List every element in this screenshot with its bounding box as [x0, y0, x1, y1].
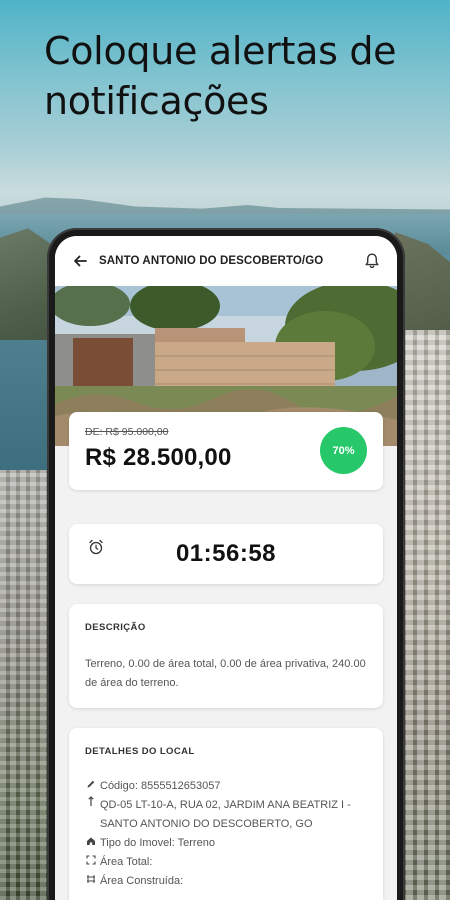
detail-type-text: Tipo do Imovel: Terreno — [100, 837, 215, 849]
detail-code: Código: 8555512653057 — [85, 777, 367, 796]
detail-code-text: Código: 8555512653057 — [100, 780, 221, 792]
location-details-card: DETALHES DO LOCAL Código: 8555512653057 … — [69, 728, 383, 900]
detail-type: Tipo do Imovel: Terreno — [85, 834, 367, 853]
description-title: DESCRIÇÃO — [85, 622, 146, 633]
countdown-timer: 01:56:58 — [175, 540, 277, 567]
description-card: DESCRIÇÃO Terreno, 0.00 de área total, 0… — [69, 604, 383, 708]
area-icon — [85, 872, 97, 891]
app-bar: SANTO ANTONIO DO DESCOBERTO/GO — [55, 236, 397, 286]
arrow-left-icon[interactable] — [69, 250, 91, 272]
detail-built-area-text: Área Construída: — [100, 875, 184, 887]
details-list: Código: 8555512653057 QD-05 LT-10-A, RUA… — [85, 777, 367, 891]
home-icon — [85, 834, 97, 853]
page-title: SANTO ANTONIO DO DESCOBERTO/GO — [99, 255, 324, 267]
description-text: Terreno, 0.00 de área total, 0.00 de áre… — [85, 658, 366, 689]
promo-headline: Coloque alertas de notificações — [44, 29, 397, 123]
price-card: DE: R$ 95.000,00 R$ 28.500,00 70% — [69, 412, 383, 490]
countdown-card: 01:56:58 — [69, 524, 383, 584]
bell-icon[interactable] — [361, 250, 383, 272]
detail-address-text: QD-05 LT-10-A, RUA 02, JARDIM ANA BEATRI… — [100, 799, 351, 830]
detail-total-area-text: Área Total: — [100, 856, 153, 868]
detail-total-area: Área Total: — [85, 853, 367, 872]
detail-address: QD-05 LT-10-A, RUA 02, JARDIM ANA BEATRI… — [85, 796, 367, 834]
detail-built-area: Área Construída: — [85, 872, 367, 891]
expand-icon — [85, 853, 97, 872]
discount-badge: 70% — [320, 427, 367, 474]
details-title: DETALHES DO LOCAL — [85, 746, 195, 757]
app-screen: SANTO ANTONIO DO DESCOBERTO/GO DE: R$ 95… — [55, 236, 397, 900]
location-pin-icon — [85, 796, 97, 815]
pencil-icon — [85, 777, 97, 796]
phone-frame: SANTO ANTONIO DO DESCOBERTO/GO DE: R$ 95… — [47, 228, 405, 900]
